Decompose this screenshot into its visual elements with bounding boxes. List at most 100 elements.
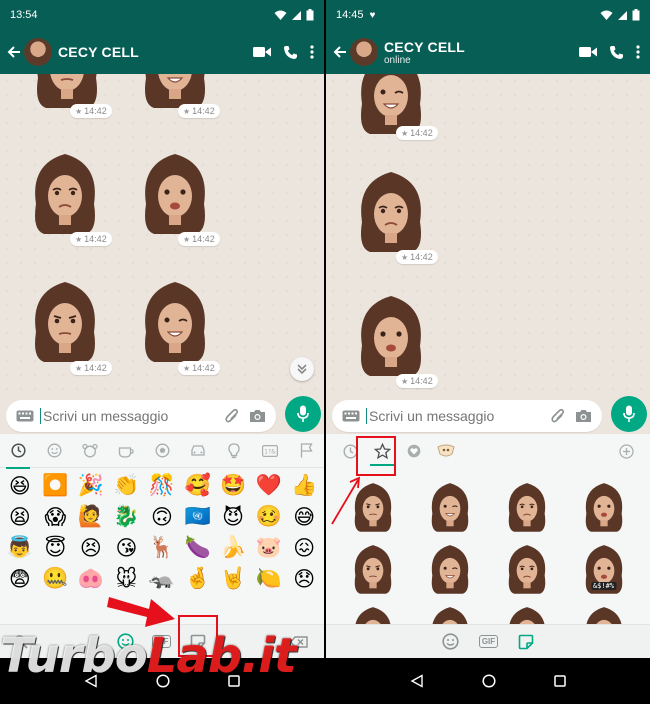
- avatar[interactable]: [24, 38, 52, 66]
- scroll-to-bottom-button[interactable]: [290, 357, 314, 381]
- emoji-key[interactable]: 🍌: [215, 532, 251, 563]
- emoji-key[interactable]: 🙃: [144, 501, 180, 532]
- tab-animals[interactable]: [72, 434, 108, 468]
- contact-info[interactable]: CECY CELL: [58, 44, 139, 60]
- tab-smileys[interactable]: [36, 434, 72, 468]
- emoji-key[interactable]: 🥰: [180, 470, 216, 501]
- favorite-sticker[interactable]: [334, 536, 411, 598]
- emoji-key[interactable]: 😱: [38, 501, 74, 532]
- emoji-key[interactable]: ⏺️: [38, 470, 74, 501]
- emoji-key[interactable]: 👏: [109, 470, 145, 501]
- tab-flags[interactable]: [288, 434, 324, 468]
- nav-back-icon[interactable]: [410, 674, 424, 688]
- favorite-sticker[interactable]: [565, 474, 642, 536]
- favorite-sticker[interactable]: [411, 598, 488, 624]
- video-call-icon[interactable]: [579, 46, 597, 58]
- favorite-sticker[interactable]: [488, 536, 565, 598]
- emoji-key[interactable]: 🤘: [215, 563, 251, 594]
- emoji-key[interactable]: 🐉: [109, 501, 145, 532]
- voice-call-icon[interactable]: [609, 45, 624, 60]
- camera-icon[interactable]: [575, 409, 592, 423]
- emoji-tab-icon[interactable]: [442, 633, 459, 650]
- memoji-sticker[interactable]: [136, 272, 214, 364]
- emoji-key[interactable]: 🦌: [144, 532, 180, 563]
- car-icon: [191, 445, 205, 456]
- emoji-key[interactable]: 😨: [2, 563, 38, 594]
- tab-objects[interactable]: [216, 434, 252, 468]
- video-call-icon[interactable]: [253, 46, 271, 58]
- back-arrow-icon[interactable]: [6, 44, 22, 60]
- emoji-key[interactable]: 🍋: [251, 563, 287, 594]
- attach-icon[interactable]: [225, 408, 239, 424]
- emoji-key[interactable]: 😅: [286, 501, 322, 532]
- emoji-key[interactable]: 😇: [38, 532, 74, 563]
- favorite-sticker[interactable]: [411, 536, 488, 598]
- emoji-key[interactable]: 😖: [286, 532, 322, 563]
- emoji-key[interactable]: 🐽: [73, 563, 109, 594]
- favorite-sticker[interactable]: [334, 598, 411, 624]
- nav-recents-icon[interactable]: [554, 675, 566, 687]
- memoji-sticker[interactable]: [136, 144, 214, 236]
- message-input[interactable]: [369, 408, 541, 424]
- emoji-key[interactable]: 🙋: [73, 501, 109, 532]
- ball-icon: [155, 443, 169, 458]
- emoji-key[interactable]: 😘: [109, 532, 145, 563]
- favorite-sticker[interactable]: [411, 474, 488, 536]
- sticker-tab-icon[interactable]: [518, 634, 534, 650]
- tab-sticker-pack[interactable]: [430, 436, 462, 466]
- favorite-sticker[interactable]: [488, 474, 565, 536]
- more-options-icon[interactable]: [310, 45, 314, 59]
- emoji-key[interactable]: 😆: [2, 470, 38, 501]
- nav-home-icon[interactable]: [482, 674, 496, 688]
- favorite-sticker[interactable]: &$!#%: [565, 536, 642, 598]
- emoji-key[interactable]: 😞: [286, 563, 322, 594]
- message-input-container[interactable]: [332, 400, 602, 432]
- memoji-sticker[interactable]: [26, 272, 104, 364]
- emoji-key[interactable]: 🤞: [180, 563, 216, 594]
- tab-add-stickers[interactable]: [610, 436, 642, 466]
- emoji-key[interactable]: 👍: [286, 470, 322, 501]
- memoji-sticker[interactable]: [352, 286, 430, 378]
- favorite-sticker[interactable]: [488, 598, 565, 624]
- attach-icon[interactable]: [551, 408, 565, 424]
- more-options-icon[interactable]: [636, 45, 640, 59]
- tab-recent[interactable]: [0, 434, 36, 469]
- emoji-key[interactable]: 😫: [2, 501, 38, 532]
- emoji-key[interactable]: 🇺🇳: [180, 501, 216, 532]
- keyboard-icon[interactable]: [16, 410, 34, 422]
- emoji-key[interactable]: 🍆: [180, 532, 216, 563]
- emoji-key[interactable]: 🎊: [144, 470, 180, 501]
- tab-love-stickers[interactable]: [398, 436, 430, 466]
- tab-activities[interactable]: [144, 434, 180, 468]
- emoji-key[interactable]: 😈: [215, 501, 251, 532]
- memoji-sticker[interactable]: [26, 144, 104, 236]
- message-input-container[interactable]: [6, 400, 276, 432]
- memoji-sticker[interactable]: [352, 162, 430, 254]
- chat-area[interactable]: ★ 14:42 ★ 14:42 ★ 14:42 ★ 14:42 ★ 14:42 ★ 14:4…: [0, 74, 324, 398]
- message-input[interactable]: [43, 408, 215, 424]
- tab-travel[interactable]: [180, 434, 216, 468]
- emoji-key[interactable]: ❤️: [251, 470, 287, 501]
- favorite-sticker[interactable]: [565, 598, 642, 624]
- keyboard-icon[interactable]: [342, 410, 360, 422]
- emoji-key[interactable]: 👼: [2, 532, 38, 563]
- emoji-key[interactable]: 🎉: [73, 470, 109, 501]
- emoji-key[interactable]: 🐷: [251, 532, 287, 563]
- mic-button[interactable]: [285, 396, 321, 432]
- back-arrow-icon[interactable]: [332, 44, 348, 60]
- gif-tab[interactable]: GIF: [478, 635, 499, 648]
- emoji-key[interactable]: 😣: [73, 532, 109, 563]
- avatar[interactable]: [350, 38, 378, 66]
- mic-button[interactable]: [611, 396, 647, 432]
- contact-info[interactable]: CECY CELL online: [384, 39, 465, 66]
- voice-call-icon[interactable]: [283, 45, 298, 60]
- chat-area[interactable]: ★ 14:42 ★ 14:42 ★ 14:42: [326, 74, 650, 398]
- emoji-key[interactable]: 🥴: [251, 501, 287, 532]
- emoji-key[interactable]: 🤩: [215, 470, 251, 501]
- tab-symbols[interactable]: 1?&: [252, 434, 288, 468]
- camera-icon[interactable]: [249, 409, 266, 423]
- message-timestamp: ★ 14:42: [178, 361, 220, 375]
- tab-food[interactable]: [108, 434, 144, 468]
- svg-text:1?&: 1?&: [264, 448, 276, 455]
- emoji-key[interactable]: 🤐: [38, 563, 74, 594]
